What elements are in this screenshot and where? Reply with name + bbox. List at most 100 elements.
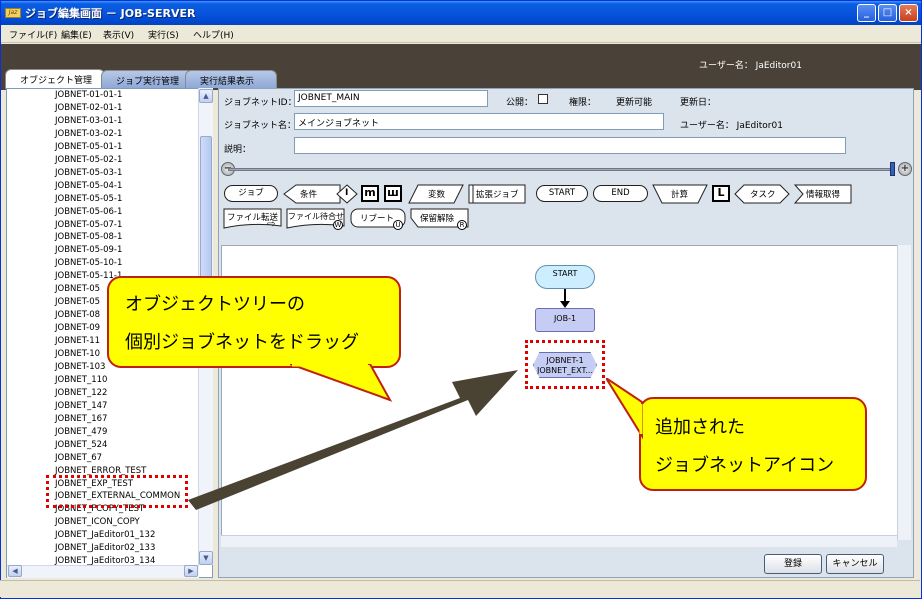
palette-calc[interactable]: 計算: [652, 184, 708, 204]
tree-horizontal-scrollbar[interactable]: [7, 565, 199, 578]
tree-item[interactable]: JOBNET-05-05-1: [55, 194, 122, 204]
badge-w-icon: W: [333, 220, 343, 230]
menu-file[interactable]: ファイル(F): [9, 28, 57, 41]
scroll-right-icon[interactable]: ▶: [184, 565, 198, 577]
menu-edit[interactable]: 編集(E): [61, 28, 92, 41]
palette-hold-release-label: 保留解除: [420, 214, 455, 224]
palette-parallel-w[interactable]: ш: [384, 185, 402, 202]
scroll-down-icon[interactable]: ▼: [199, 551, 213, 565]
tree-item[interactable]: JOBNET-10: [55, 349, 100, 359]
tree-item[interactable]: JOBNET-09: [55, 323, 100, 333]
tab-label: オブジェクト管理: [20, 76, 93, 86]
added-callout: 追加された ジョブネットアイコン: [639, 397, 867, 491]
palette-condition[interactable]: 条件: [282, 184, 342, 204]
zoom-slider[interactable]: [228, 168, 894, 171]
palette-file-wait[interactable]: ファイル待合せ W: [286, 208, 346, 230]
register-button[interactable]: 登録: [764, 554, 822, 574]
public-checkbox[interactable]: [538, 94, 548, 104]
window-title: ジョブ編集画面 － JOB-SERVER: [25, 7, 196, 20]
tree-scroll-thumb[interactable]: [200, 136, 212, 286]
tab-object-management[interactable]: オブジェクト管理: [5, 69, 105, 89]
tree-item[interactable]: JOBNET-05-01-1: [55, 142, 122, 152]
tree-item[interactable]: JOBNET-05-04-1: [55, 181, 122, 191]
tree-item[interactable]: JOBNET-03-01-1: [55, 116, 122, 126]
tree-item[interactable]: JOBNET-05: [55, 297, 100, 307]
tree-item[interactable]: JOBNET-05-07-1: [55, 220, 122, 230]
tree-item[interactable]: JOBNET-05: [55, 284, 100, 294]
jobnet-name-field[interactable]: メインジョブネット: [294, 113, 664, 130]
zoom-in-icon[interactable]: +: [898, 162, 912, 176]
menu-run[interactable]: 実行(S): [148, 28, 179, 41]
status-bar: [0, 580, 920, 597]
added-callout-line2: ジョブネットアイコン: [655, 455, 835, 476]
zoom-slider-thumb[interactable]: [890, 162, 895, 176]
header-user-name: ユーザー名： JaEditor01: [699, 61, 802, 71]
tree-item[interactable]: JOBNET_JaEditor02_133: [55, 543, 155, 553]
palette-ext-job[interactable]: 拡張ジョブ: [468, 184, 526, 204]
palette-job[interactable]: ジョブ: [224, 185, 278, 202]
added-callout-line1: 追加された: [655, 417, 745, 438]
menu-view[interactable]: 表示(V): [103, 28, 134, 41]
tree-item[interactable]: JOBNET-05-09-1: [55, 245, 122, 255]
flow-node-job[interactable]: JOB-1: [535, 308, 595, 332]
tab-label: ジョブ実行管理: [116, 77, 180, 87]
palette-task[interactable]: タスク: [734, 184, 790, 204]
tab-job-execution[interactable]: ジョブ実行管理: [101, 70, 193, 88]
palette-file-transfer[interactable]: ファイル転送 ⇨: [223, 208, 283, 230]
jobnet-name-label: ジョブネット名：: [224, 121, 297, 131]
palette-reboot[interactable]: リブート U: [350, 208, 406, 230]
tree-item[interactable]: JOBNET_122: [55, 388, 107, 398]
tree-item[interactable]: JOBNET-08: [55, 310, 100, 320]
palette-variable[interactable]: 変数: [408, 184, 464, 204]
jobnet-id-field[interactable]: JOBNET_MAIN: [294, 90, 488, 107]
tree-item[interactable]: JOBNET-03-02-1: [55, 129, 122, 139]
canvas-horizontal-scrollbar[interactable]: [221, 535, 897, 547]
palette-condition-label: 条件: [300, 190, 318, 200]
tree-item[interactable]: JOBNET_147: [55, 401, 107, 411]
tab-execution-results[interactable]: 実行結果表示: [185, 70, 277, 88]
flow-node-start[interactable]: START: [535, 265, 595, 289]
tree-item[interactable]: JOBNET-02-01-1: [55, 103, 122, 113]
badge-r-icon: R: [457, 220, 467, 230]
tree-item[interactable]: JOBNET_479: [55, 427, 107, 437]
menu-help[interactable]: ヘルプ(H): [193, 28, 234, 41]
canvas-vertical-scrollbar[interactable]: [897, 245, 911, 540]
palette-loop[interactable]: L: [712, 185, 730, 202]
menu-bar: ファイル(F) 編集(E) 表示(V) 実行(S) ヘルプ(H): [1, 25, 921, 43]
cancel-button[interactable]: キャンセル: [826, 554, 884, 574]
drag-callout: オブジェクトツリーの 個別ジョブネットをドラッグ: [107, 276, 401, 368]
maximize-button[interactable]: □: [878, 4, 897, 22]
app-logo-icon: Jaz: [5, 8, 21, 18]
scroll-left-icon[interactable]: ◀: [8, 565, 22, 577]
palette-parallel-m[interactable]: m: [361, 185, 379, 202]
close-button[interactable]: ×: [899, 4, 918, 22]
palette-start[interactable]: START: [536, 185, 588, 202]
tree-item[interactable]: JOBNET_ICON_COPY: [55, 517, 140, 527]
title-bar[interactable]: Jaz ジョブ編集画面 － JOB-SERVER _ □ ×: [1, 1, 921, 25]
palette-hold-release[interactable]: 保留解除 R: [410, 208, 470, 230]
tree-item[interactable]: JOBNET-01-01-1: [55, 90, 122, 100]
jobnet-node-highlight: [525, 340, 605, 389]
tree-item[interactable]: JOBNET_167: [55, 414, 107, 424]
palette-info-label: 情報取得: [806, 190, 841, 200]
scroll-up-icon[interactable]: ▲: [199, 89, 213, 103]
update-date-label: 更新日：: [680, 98, 717, 108]
tree-item[interactable]: JOBNET-05-10-1: [55, 258, 122, 268]
tree-item[interactable]: JOBNET_524: [55, 440, 107, 450]
description-field[interactable]: [294, 137, 846, 154]
palette-parallel-i[interactable]: I: [336, 184, 358, 204]
tree-item[interactable]: JOBNET-11: [55, 336, 100, 346]
tree-item[interactable]: JOBNET-05-02-1: [55, 155, 122, 165]
added-callout-tail-icon: [606, 378, 643, 440]
tree-item[interactable]: JOBNET_JaEditor01_132: [55, 530, 155, 540]
tree-item[interactable]: JOBNET_110: [55, 375, 107, 385]
tree-item[interactable]: JOBNET-05-06-1: [55, 207, 122, 217]
tree-item[interactable]: JOBNET_67: [55, 453, 102, 463]
tree-item[interactable]: JOBNET-05-03-1: [55, 168, 122, 178]
palette-end[interactable]: END: [593, 185, 648, 202]
tree-item[interactable]: JOBNET-05-08-1: [55, 232, 122, 242]
minimize-button[interactable]: _: [857, 4, 876, 22]
tree-item[interactable]: JOBNET-103: [55, 362, 105, 372]
permission-label: 権限：: [569, 98, 597, 108]
palette-info[interactable]: 情報取得: [793, 184, 852, 204]
